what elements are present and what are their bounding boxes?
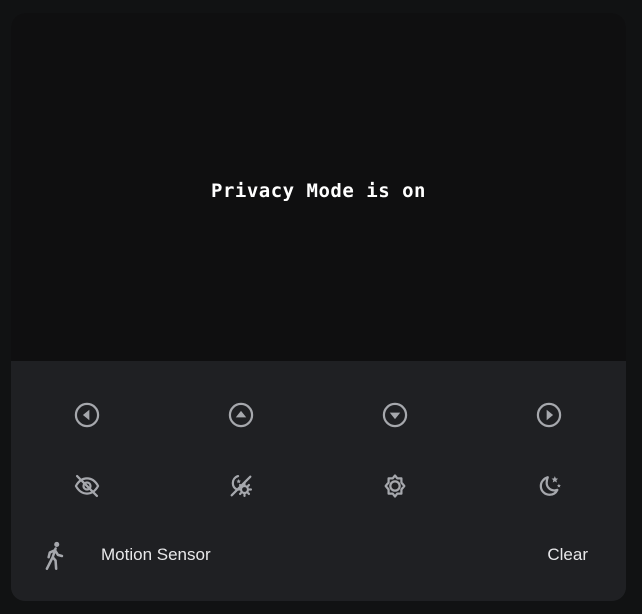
chevron-left-circle-icon (74, 402, 100, 428)
chevron-up-circle-icon (228, 402, 254, 428)
eye-off-icon (74, 474, 100, 498)
motion-sensor-state: Clear (547, 545, 588, 564)
auto-day-night-button[interactable] (221, 466, 261, 506)
brightness-icon (384, 474, 406, 498)
camera-viewer[interactable]: Privacy Mode is on (11, 13, 626, 361)
pan-left-button[interactable] (67, 395, 107, 435)
privacy-status-text: Privacy Mode is on (211, 180, 426, 202)
camera-controls: Motion Sensor Clear (11, 361, 626, 601)
chevron-right-circle-icon (536, 402, 562, 428)
motion-sensor-row[interactable]: Motion Sensor Clear (11, 535, 626, 575)
chevron-down-circle-icon (382, 402, 408, 428)
privacy-mode-button[interactable] (67, 466, 107, 506)
moon-stars-icon (539, 476, 561, 496)
day-mode-button[interactable] (375, 466, 415, 506)
night-mode-button[interactable] (529, 466, 569, 506)
theme-light-dark-icon (230, 474, 253, 498)
pan-right-button[interactable] (529, 395, 569, 435)
motion-sensor-label: Motion Sensor (101, 545, 211, 564)
tilt-down-button[interactable] (375, 395, 415, 435)
tilt-up-button[interactable] (221, 395, 261, 435)
walk-icon (41, 541, 69, 571)
camera-card: Privacy Mode is on Motion Sensor Clear (11, 13, 626, 601)
